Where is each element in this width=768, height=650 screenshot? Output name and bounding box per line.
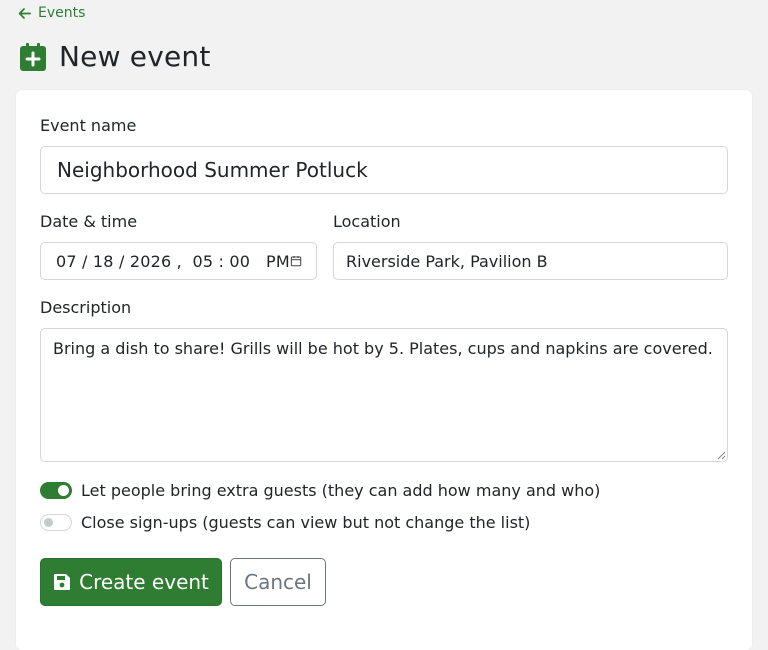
create-event-label: Create event xyxy=(79,570,209,594)
switch-knob xyxy=(58,485,69,496)
close-signups-switch[interactable] xyxy=(40,514,72,531)
create-event-button[interactable]: Create event xyxy=(40,558,222,606)
event-name-value: Neighborhood Summer Potluck xyxy=(57,158,368,182)
location-label: Location xyxy=(333,212,401,231)
event-name-label: Event name xyxy=(40,116,137,135)
datetime-value: 07 / 18 / 2026 , 05 : 00 PM xyxy=(56,251,290,271)
location-value: Riverside Park, Pavilion B xyxy=(346,251,548,271)
event-name-input[interactable]: Neighborhood Summer Potluck xyxy=(40,146,728,194)
back-link-label: Events xyxy=(38,5,86,21)
close-signups-label: Close sign-ups (guests can view but not … xyxy=(81,513,531,532)
toggle-close-signups-row: Close sign-ups (guests can view but not … xyxy=(40,513,530,532)
arrow-left-icon xyxy=(18,7,31,19)
cancel-button[interactable]: Cancel xyxy=(230,558,326,606)
back-to-events-link[interactable]: Events xyxy=(17,5,85,21)
location-input[interactable]: Riverside Park, Pavilion B xyxy=(333,242,728,280)
extra-guests-label: Let people bring extra guests (they can … xyxy=(81,481,601,500)
page-title: New event xyxy=(59,40,211,73)
description-label: Description xyxy=(40,298,132,317)
description-textarea[interactable]: Bring a dish to share! Grills will be ho… xyxy=(40,328,728,462)
resize-grip-icon[interactable] xyxy=(716,450,726,460)
datetime-label: Date & time xyxy=(40,212,138,231)
toggle-extra-guests-row: Let people bring extra guests (they can … xyxy=(40,481,600,500)
calendar-icon[interactable] xyxy=(290,252,302,270)
switch-knob xyxy=(44,518,53,527)
save-icon xyxy=(54,574,71,590)
calendar-plus-icon xyxy=(20,42,46,71)
datetime-input[interactable]: 07 / 18 / 2026 , 05 : 00 PM xyxy=(40,242,317,280)
page-header: New event xyxy=(20,40,211,73)
extra-guests-switch[interactable] xyxy=(40,482,72,499)
cancel-label: Cancel xyxy=(244,570,312,594)
description-value: Bring a dish to share! Grills will be ho… xyxy=(53,339,713,358)
